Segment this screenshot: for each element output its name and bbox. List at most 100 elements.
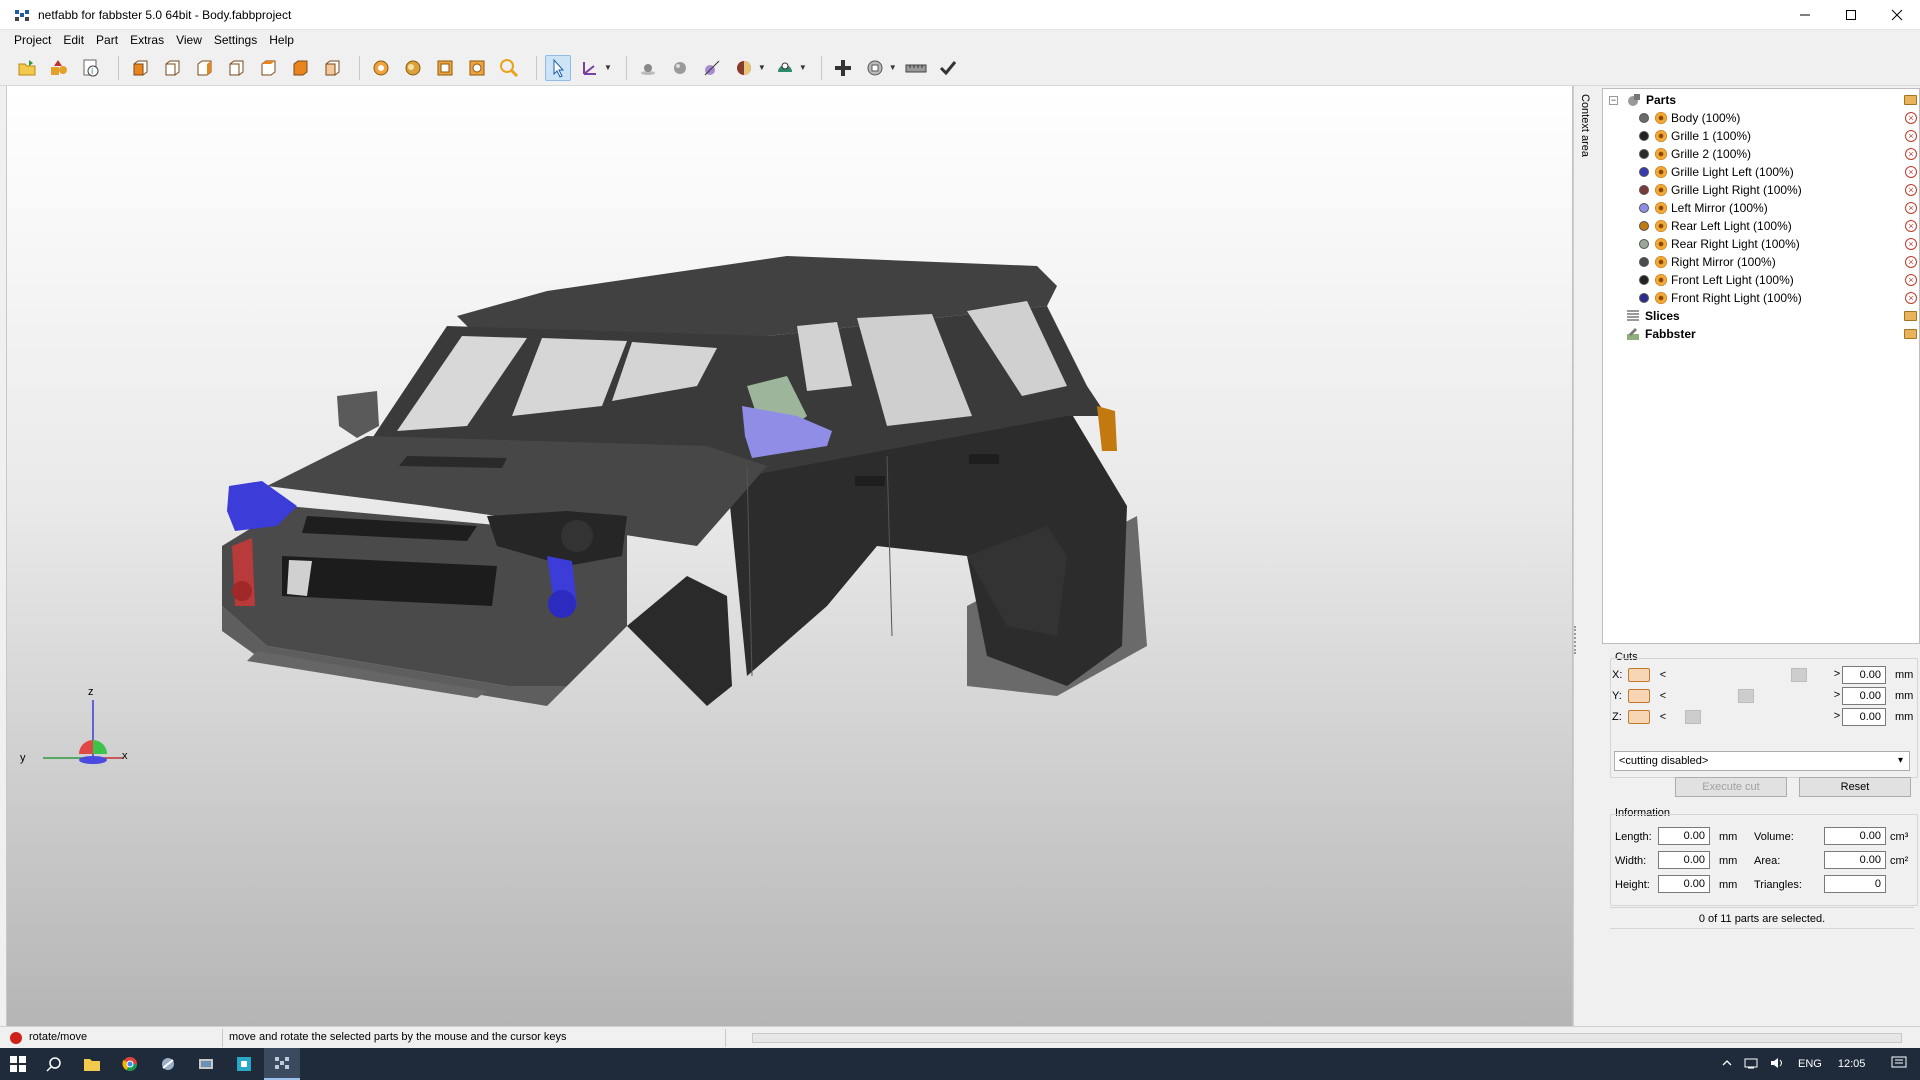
menu-extras[interactable]: Extras — [124, 30, 170, 50]
width-field[interactable]: 0.00 — [1658, 851, 1710, 869]
remove-part-icon[interactable]: × — [1905, 256, 1917, 268]
menu-help[interactable]: Help — [263, 30, 300, 50]
app2-icon[interactable] — [188, 1048, 224, 1080]
tree-item-part[interactable]: Grille 1 (100%) × — [1603, 127, 1919, 145]
view-right-icon[interactable] — [223, 55, 249, 81]
part-color-icon[interactable] — [1639, 203, 1649, 213]
chevron-down-icon[interactable]: ▼ — [604, 63, 612, 72]
remove-part-icon[interactable]: × — [1905, 202, 1917, 214]
visibility-icon[interactable] — [1655, 184, 1667, 196]
remove-part-icon[interactable]: × — [1905, 238, 1917, 250]
file-explorer-icon[interactable] — [74, 1048, 110, 1080]
tree-item-part[interactable]: Left Mirror (100%) × — [1603, 199, 1919, 217]
cut-value-field[interactable]: 0.00 — [1842, 666, 1886, 684]
tree-item-part[interactable]: Right Mirror (100%) × — [1603, 253, 1919, 271]
folder-icon[interactable] — [1904, 329, 1917, 339]
menu-settings[interactable]: Settings — [208, 30, 263, 50]
decrease-arrow-icon[interactable]: < — [1656, 711, 1670, 723]
3d-viewport[interactable]: z y x — [7, 86, 1573, 1026]
remove-part-icon[interactable]: × — [1905, 184, 1917, 196]
visibility-icon[interactable] — [1655, 112, 1667, 124]
remove-part-icon[interactable]: × — [1905, 166, 1917, 178]
search-icon[interactable] — [36, 1048, 72, 1080]
view-back-icon[interactable] — [159, 55, 185, 81]
shading-icon[interactable] — [731, 55, 757, 81]
cut-color-swatch[interactable] — [1628, 668, 1650, 682]
collapse-icon[interactable]: − — [1609, 95, 1618, 105]
visibility-icon[interactable] — [1655, 238, 1667, 250]
open-project-icon[interactable] — [14, 55, 40, 81]
maximize-button[interactable] — [1828, 0, 1874, 30]
part-color-icon[interactable] — [1639, 131, 1649, 141]
remove-part-icon[interactable]: × — [1905, 274, 1917, 286]
view-top-icon[interactable] — [255, 55, 281, 81]
visibility-icon[interactable] — [1655, 220, 1667, 232]
tree-item-part[interactable]: Front Left Light (100%) × — [1603, 271, 1919, 289]
height-field[interactable]: 0.00 — [1658, 875, 1710, 893]
chevron-down-icon[interactable]: ▼ — [889, 63, 897, 72]
view-bottom-icon[interactable] — [287, 55, 313, 81]
volume-field[interactable]: 0.00 — [1824, 827, 1886, 845]
remove-part-icon[interactable]: × — [1905, 148, 1917, 160]
splitter-grip[interactable] — [1574, 626, 1577, 654]
slider-thumb[interactable] — [1738, 689, 1754, 703]
part-color-icon[interactable] — [1639, 293, 1649, 303]
cutting-mode-select[interactable]: <cutting disabled> ▾ — [1614, 751, 1910, 771]
sphere-tool-icon[interactable] — [667, 55, 693, 81]
point-tool-icon[interactable] — [635, 55, 661, 81]
part-color-icon[interactable] — [1639, 149, 1649, 159]
show-hidden-icons[interactable] — [1722, 1058, 1732, 1071]
ruler-icon[interactable] — [903, 55, 929, 81]
part-color-icon[interactable] — [1639, 221, 1649, 231]
visibility-icon[interactable] — [1655, 148, 1667, 160]
tree-item-parts[interactable]: − Parts — [1603, 91, 1919, 109]
chevron-down-icon[interactable]: ▼ — [799, 63, 807, 72]
chrome-icon[interactable] — [112, 1048, 148, 1080]
app-icon[interactable] — [150, 1048, 186, 1080]
zoom-magnifier-icon[interactable] — [496, 55, 522, 81]
tree-item-part[interactable]: Grille Light Left (100%) × — [1603, 163, 1919, 181]
zoom-platform-icon[interactable] — [432, 55, 458, 81]
minimize-button[interactable] — [1782, 0, 1828, 30]
folder-icon[interactable] — [1904, 311, 1917, 321]
part-color-icon[interactable] — [1639, 167, 1649, 177]
menu-view[interactable]: View — [170, 30, 208, 50]
area-field[interactable]: 0.00 — [1824, 851, 1886, 869]
slider-thumb[interactable] — [1791, 668, 1807, 682]
tree-item-part[interactable]: Rear Right Light (100%) × — [1603, 235, 1919, 253]
view-iso-icon[interactable] — [319, 55, 345, 81]
visibility-icon[interactable] — [1655, 256, 1667, 268]
remove-part-icon[interactable]: × — [1905, 130, 1917, 142]
cut-value-field[interactable]: 0.00 — [1842, 687, 1886, 705]
zoom-all-icon[interactable] — [400, 55, 426, 81]
cut-value-field[interactable]: 0.00 — [1842, 708, 1886, 726]
add-icon[interactable] — [830, 55, 856, 81]
close-button[interactable] — [1874, 0, 1920, 30]
remove-part-icon[interactable]: × — [1905, 112, 1917, 124]
part-color-icon[interactable] — [1639, 257, 1649, 267]
triangles-field[interactable]: 0 — [1824, 875, 1886, 893]
notifications-icon[interactable] — [1891, 1056, 1907, 1073]
decrease-arrow-icon[interactable]: < — [1656, 669, 1670, 681]
menu-part[interactable]: Part — [90, 30, 124, 50]
length-field[interactable]: 0.00 — [1658, 827, 1710, 845]
decrease-arrow-icon[interactable]: < — [1656, 690, 1670, 702]
tree-item-part[interactable]: Front Right Light (100%) × — [1603, 289, 1919, 307]
cut-color-swatch[interactable] — [1628, 710, 1650, 724]
add-part-icon[interactable] — [46, 55, 72, 81]
clock[interactable]: 12:05 — [1838, 1058, 1866, 1070]
network-icon[interactable] — [1744, 1057, 1760, 1072]
start-icon[interactable] — [0, 1048, 36, 1080]
context-area-tab[interactable]: Context area — [1573, 86, 1599, 1026]
select-arrow-icon[interactable] — [545, 54, 571, 81]
tree-item-slices[interactable]: Slices — [1603, 307, 1919, 325]
folder-icon[interactable] — [1904, 95, 1917, 105]
part-color-icon[interactable] — [1639, 275, 1649, 285]
netfabb-icon[interactable] — [264, 1048, 300, 1080]
visibility-icon[interactable] — [1655, 292, 1667, 304]
tree-item-part[interactable]: Body (100%) × — [1603, 109, 1919, 127]
tree-item-part[interactable]: Grille 2 (100%) × — [1603, 145, 1919, 163]
chevron-down-icon[interactable]: ▼ — [758, 63, 766, 72]
volume-icon[interactable] — [1770, 1057, 1786, 1072]
measure-tool-icon[interactable] — [699, 55, 725, 81]
